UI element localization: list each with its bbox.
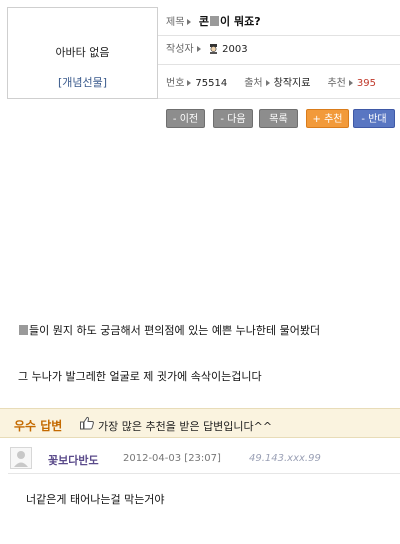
- reply-avatar: [10, 447, 32, 469]
- post-number: 75514: [195, 78, 228, 89]
- title-row: 제목 콘 이 뭐죠?: [166, 13, 400, 29]
- divider: [158, 35, 400, 36]
- arrow-right-icon: [196, 45, 201, 52]
- reply-ip: 49.143.xxx.99: [249, 453, 321, 464]
- arrow-right-icon: [187, 18, 192, 25]
- thumbs-up-icon: [80, 416, 94, 430]
- next-button[interactable]: - 다음: [213, 109, 253, 128]
- best-answer-bar: 우수 답변 가장 많은 추천을 받은 답변입니다^^: [0, 408, 400, 438]
- post-content-line: 들이 뭔지 하도 궁금해서 편의점에 있는 예쁜 누나한테 물어봤더: [18, 322, 320, 338]
- divider: [158, 98, 400, 99]
- writer-row: 작성자 2003: [166, 40, 400, 55]
- best-answer-message: 가장 많은 추천을 받은 답변입니다^^: [98, 420, 273, 433]
- post-title-start: 콘: [198, 15, 210, 28]
- post-header: 제목 콘 이 뭐죠? 작성자 2003 번호 75514 출처 창작지료 추천 395: [158, 7, 400, 99]
- post-title: 콘 이 뭐죠?: [199, 15, 261, 28]
- divider: [158, 64, 400, 65]
- arrow-right-icon: [187, 79, 192, 86]
- reply-body: 너같은게 태어나는걸 막는거야: [26, 493, 165, 506]
- title-label: 제목: [166, 17, 185, 28]
- reply-date: 2012-04-03 [23:07]: [123, 453, 221, 464]
- writer-label: 작성자: [166, 44, 194, 55]
- post-content-text: 들이 뭔지 하도 궁금해서 편의점에 있는 예쁜 누나한테 물어봤더: [29, 324, 321, 337]
- censored-block-icon: [19, 325, 28, 335]
- user-level-icon: [210, 44, 218, 54]
- no-avatar-text: 아바타 없음: [55, 46, 110, 59]
- meta-row: 번호 75514 출처 창작지료 추천 395: [166, 74, 400, 89]
- oppose-button[interactable]: - 반대: [353, 109, 395, 128]
- recommend-count: 395: [356, 78, 376, 89]
- avatar-icon: [14, 451, 28, 467]
- post-content-line: 그 누나가 발그레한 얼굴로 제 귓가에 속삭이는겁니다: [18, 370, 262, 383]
- source-label: 출처: [244, 78, 263, 89]
- censored-block-icon: [210, 16, 220, 26]
- reply-author[interactable]: 꽃보다반도: [48, 452, 99, 468]
- best-answer-label: 우수 답변: [14, 419, 63, 433]
- author-tag-link[interactable]: [개념선물]: [8, 74, 157, 90]
- list-button[interactable]: 목록: [259, 109, 298, 128]
- post-title-end: 이 뭐죠?: [220, 15, 261, 28]
- number-label: 번호: [166, 78, 185, 89]
- recommend-label: 추천: [327, 78, 346, 89]
- recommend-button[interactable]: + 추천: [306, 109, 349, 128]
- writer-name[interactable]: 2003: [222, 44, 247, 55]
- arrow-right-icon: [348, 79, 353, 86]
- reply-header: 꽃보다반도 2012-04-03 [23:07] 49.143.xxx.99: [8, 444, 400, 474]
- arrow-right-icon: [265, 79, 270, 86]
- author-avatar-box: 아바타 없음 [개념선물]: [7, 7, 158, 99]
- post-source: 창작지료: [273, 78, 311, 89]
- prev-button[interactable]: - 이전: [166, 109, 205, 128]
